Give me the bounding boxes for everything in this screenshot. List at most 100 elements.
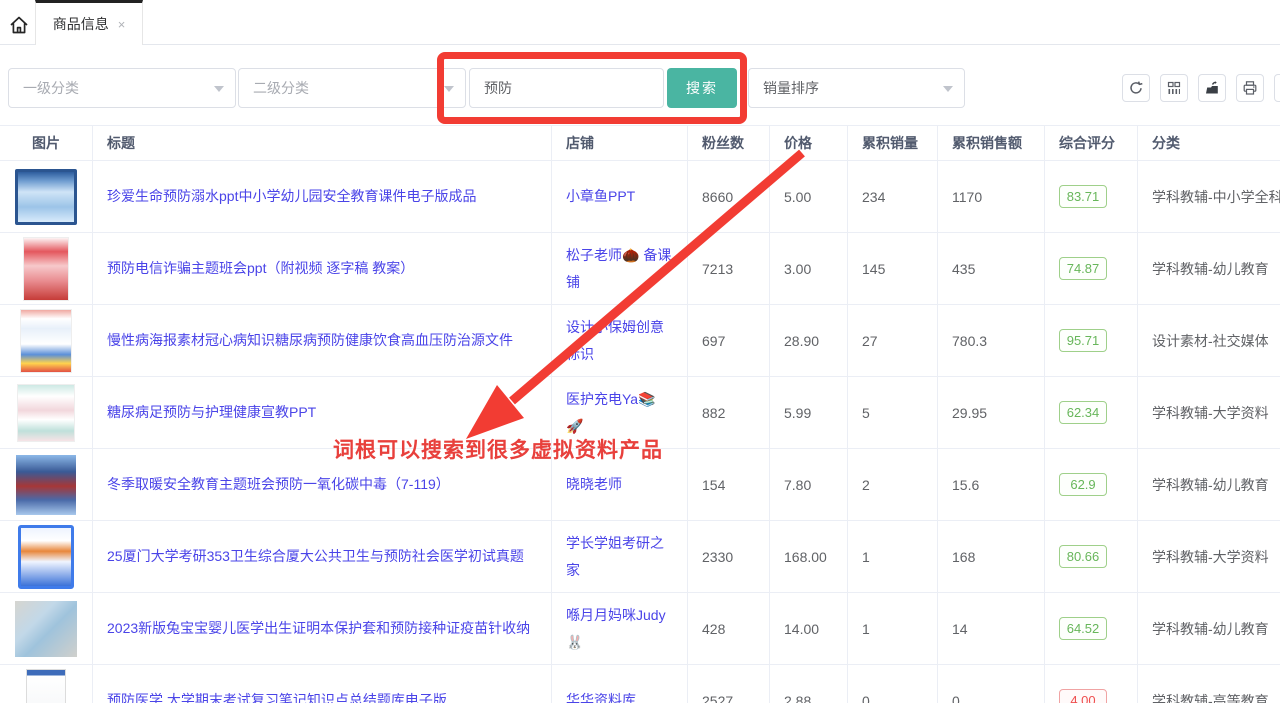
column-settings-button[interactable] xyxy=(1160,74,1188,102)
product-title-link[interactable]: 2023新版兔宝宝婴儿医学出生证明本保护套和预防接种证疫苗针收纳 xyxy=(107,615,530,642)
chevron-down-icon xyxy=(214,86,224,92)
level1-category-select[interactable]: 一级分类 xyxy=(8,68,236,108)
product-title-link[interactable]: 冬季取暖安全教育主题班会预防一氧化碳中毒（7-119） xyxy=(107,471,450,498)
sort-select[interactable]: 销量排序 xyxy=(748,68,965,108)
chevron-down-icon xyxy=(943,86,953,92)
tab-product-info[interactable]: 商品信息 × xyxy=(35,0,143,45)
export-icon xyxy=(1204,80,1220,96)
sales-count: 5 xyxy=(848,377,938,448)
tab-close-icon[interactable]: × xyxy=(118,17,126,32)
rating-badge: 95.71 xyxy=(1059,329,1107,352)
fans-count: 882 xyxy=(688,377,770,448)
table-row: 冬季取暖安全教育主题班会预防一氧化碳中毒（7-119） 晓晓老师 154 7.8… xyxy=(0,449,1280,521)
category: 设计素材-社交媒体 xyxy=(1138,305,1280,376)
search-button[interactable]: 搜索 xyxy=(667,68,737,108)
shop-link[interactable]: 设计小保姆创意标识 xyxy=(566,314,673,367)
shop-link[interactable]: 华华资料库 xyxy=(566,687,636,703)
revenue: 435 xyxy=(938,233,1045,304)
shop-link[interactable]: 学长学姐考研之家 xyxy=(566,530,673,583)
shop-link[interactable]: 松子老师🌰 备课铺 xyxy=(566,242,673,295)
category: 学科教辅-高等教育 xyxy=(1138,665,1280,703)
product-title-link[interactable]: 预防电信诈骗主题班会ppt（附视频 逐字稿 教案） xyxy=(107,255,414,282)
price: 168.00 xyxy=(770,521,848,592)
product-thumbnail[interactable] xyxy=(20,309,72,373)
export-button[interactable] xyxy=(1198,74,1226,102)
table-row: 慢性病海报素材冠心病知识糖尿病预防健康饮食高血压防治源文件 设计小保姆创意标识 … xyxy=(0,305,1280,377)
table-row: 预防电信诈骗主题班会ppt（附视频 逐字稿 教案） 松子老师🌰 备课铺 7213… xyxy=(0,233,1280,305)
revenue: 14 xyxy=(938,593,1045,664)
sales-count: 1 xyxy=(848,593,938,664)
level2-category-placeholder: 二级分类 xyxy=(253,78,309,98)
search-input-value: 预防 xyxy=(484,78,512,98)
revenue: 780.3 xyxy=(938,305,1045,376)
shop-link[interactable]: 喺月月妈咪Judy 🐰 xyxy=(566,602,673,655)
category: 学科教辅-大学资料 xyxy=(1138,377,1280,448)
column-header: 价格 xyxy=(770,126,848,160)
fans-count: 2527 xyxy=(688,665,770,703)
print-button[interactable] xyxy=(1236,74,1264,102)
product-title-link[interactable]: 慢性病海报素材冠心病知识糖尿病预防健康饮食高血压防治源文件 xyxy=(107,327,513,354)
revenue: 29.95 xyxy=(938,377,1045,448)
price: 5.00 xyxy=(770,161,848,232)
product-thumbnail[interactable] xyxy=(15,169,77,225)
product-thumbnail[interactable] xyxy=(17,384,75,442)
product-thumbnail[interactable] xyxy=(26,669,66,703)
rating-badge: 80.66 xyxy=(1059,545,1107,568)
product-title-link[interactable]: 珍爱生命预防溺水ppt中小学幼儿园安全教育课件电子版成品 xyxy=(107,183,476,210)
column-header: 累积销量 xyxy=(848,126,938,160)
product-thumbnail[interactable] xyxy=(23,237,69,301)
fans-count: 8660 xyxy=(688,161,770,232)
product-thumbnail[interactable] xyxy=(15,601,77,657)
search-input[interactable]: 预防 xyxy=(469,68,664,108)
sales-count: 27 xyxy=(848,305,938,376)
fans-count: 697 xyxy=(688,305,770,376)
column-settings-icon xyxy=(1166,80,1182,96)
column-header: 粉丝数 xyxy=(688,126,770,160)
rating-badge: 64.52 xyxy=(1059,617,1107,640)
sort-select-value: 销量排序 xyxy=(763,78,819,98)
product-table: 图片 标题 店铺 粉丝数 价格 累积销量 累积销售额 综合评分 分类 珍爱生命预… xyxy=(0,125,1280,703)
rating-badge: 62.9 xyxy=(1059,473,1107,496)
refresh-button[interactable] xyxy=(1122,74,1150,102)
fans-count: 428 xyxy=(688,593,770,664)
price: 14.00 xyxy=(770,593,848,664)
product-title-link[interactable]: 25厦门大学考研353卫生综合厦大公共卫生与预防社会医学初试真题 xyxy=(107,543,524,570)
rating-badge: 74.87 xyxy=(1059,257,1107,280)
home-icon[interactable] xyxy=(7,13,31,37)
product-thumbnail[interactable] xyxy=(16,455,76,515)
product-title-link[interactable]: 预防医学 大学期末考试复习笔记知识点总结题库电子版 xyxy=(107,687,447,703)
rating-badge: 83.71 xyxy=(1059,185,1107,208)
sales-count: 1 xyxy=(848,521,938,592)
product-title-link[interactable]: 糖尿病足预防与护理健康宣教PPT xyxy=(107,399,316,426)
chevron-down-icon xyxy=(444,86,454,92)
tab-bar: 商品信息 × xyxy=(0,0,1280,45)
shop-link[interactable]: 晓晓老师 xyxy=(566,471,622,498)
shop-link[interactable]: 医护充电Ya📚 🚀 xyxy=(566,386,673,439)
column-header: 累积销售额 xyxy=(938,126,1045,160)
category: 学科教辅-大学资料 xyxy=(1138,521,1280,592)
price: 7.80 xyxy=(770,449,848,520)
price: 28.90 xyxy=(770,305,848,376)
fans-count: 7213 xyxy=(688,233,770,304)
fans-count: 2330 xyxy=(688,521,770,592)
product-info-page: 商品信息 × 一级分类 二级分类 预防 搜索 销量排序 xyxy=(0,0,1280,703)
fans-count: 154 xyxy=(688,449,770,520)
clipped-toolbar-button[interactable] xyxy=(1274,74,1280,102)
column-header: 店铺 xyxy=(552,126,688,160)
filter-bar: 一级分类 二级分类 预防 搜索 销量排序 xyxy=(0,46,1280,125)
product-thumbnail[interactable] xyxy=(18,525,74,589)
category: 学科教辅-幼儿教育 xyxy=(1138,233,1280,304)
column-header: 分类 xyxy=(1138,126,1280,160)
price: 3.00 xyxy=(770,233,848,304)
table-header-row: 图片 标题 店铺 粉丝数 价格 累积销量 累积销售额 综合评分 分类 xyxy=(0,126,1280,161)
shop-link[interactable]: 小章鱼PPT xyxy=(566,183,635,210)
level2-category-select[interactable]: 二级分类 xyxy=(238,68,466,108)
table-row: 2023新版兔宝宝婴儿医学出生证明本保护套和预防接种证疫苗针收纳 喺月月妈咪Ju… xyxy=(0,593,1280,665)
print-icon xyxy=(1242,80,1258,96)
revenue: 15.6 xyxy=(938,449,1045,520)
table-row: 25厦门大学考研353卫生综合厦大公共卫生与预防社会医学初试真题 学长学姐考研之… xyxy=(0,521,1280,593)
revenue: 0 xyxy=(938,665,1045,703)
level1-category-placeholder: 一级分类 xyxy=(23,78,79,98)
rating-badge: 62.34 xyxy=(1059,401,1107,424)
refresh-icon xyxy=(1128,80,1144,96)
